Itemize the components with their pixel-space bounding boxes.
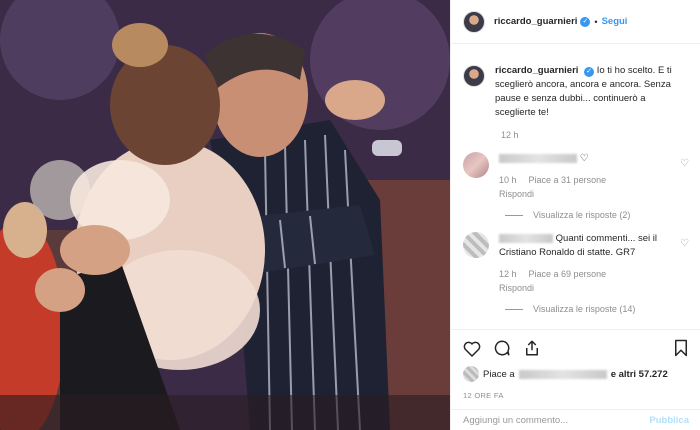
caption-username[interactable]: riccardo_guarnieri	[495, 65, 578, 76]
comment-likes[interactable]: Piace a 31 persone	[529, 173, 607, 187]
comments-section[interactable]: riccardo_guarnieri ✓ Io ti ho scelto. E …	[451, 44, 700, 329]
commenter-avatar[interactable]	[463, 232, 489, 258]
comment-item: Quanti commenti... sei il Cristiano Rona…	[463, 232, 689, 296]
comment-item: ♡ 10 h Piace a 31 persone Rispondi ♡	[463, 152, 689, 202]
reply-button[interactable]: Rispondi	[499, 283, 534, 293]
comment-time[interactable]: 10 h	[499, 173, 517, 187]
heart-icon[interactable]	[463, 340, 481, 357]
bookmark-icon[interactable]	[673, 339, 689, 357]
action-icons	[463, 338, 689, 358]
commenter-name-blurred[interactable]	[499, 233, 553, 243]
heart-icon: ♡	[579, 153, 589, 164]
caption-avatar[interactable]	[463, 65, 485, 87]
like-comment-heart-icon[interactable]: ♡	[680, 158, 689, 169]
view-replies-link[interactable]: Visualizza le risposte (2)	[505, 210, 689, 220]
like-comment-heart-icon[interactable]: ♡	[680, 238, 689, 249]
follow-button[interactable]: Segui	[602, 16, 628, 27]
comment-input[interactable]	[463, 414, 633, 426]
publish-button[interactable]: Pubblica	[649, 415, 689, 426]
post-header: riccardo_guarnieri ✓ • Segui	[451, 0, 700, 44]
liker-avatar[interactable]	[463, 366, 479, 382]
comment-time[interactable]: 12 h	[499, 267, 517, 281]
commenter-avatar[interactable]	[463, 152, 489, 178]
verified-badge-icon: ✓	[580, 16, 591, 27]
view-replies-label: Visualizza le risposte (14)	[533, 304, 636, 314]
add-comment-bar: Pubblica	[451, 409, 700, 430]
likes-prefix: Piace a	[483, 368, 515, 380]
author-avatar[interactable]	[463, 10, 485, 33]
comment-icon[interactable]	[493, 339, 511, 357]
photo-illustration	[0, 0, 450, 430]
separator-dot: •	[594, 16, 598, 27]
likes-count[interactable]: e altri 57.272	[611, 369, 668, 380]
post-panel: riccardo_guarnieri ✓ • Segui riccardo_gu…	[450, 0, 700, 430]
reply-button[interactable]: Rispondi	[499, 189, 534, 199]
comment-likes[interactable]: Piace a 69 persone	[529, 267, 607, 281]
commenter-name-blurred[interactable]	[499, 153, 577, 163]
share-icon[interactable]	[523, 339, 541, 357]
liker-name-blurred[interactable]	[518, 369, 607, 379]
post-photo[interactable]	[0, 0, 450, 430]
caption-time: 12 h	[501, 130, 519, 140]
view-replies-link[interactable]: Visualizza le risposte (14)	[505, 304, 689, 314]
post-time-ago[interactable]: 12 ORE FA	[463, 391, 689, 400]
caption-text: riccardo_guarnieri ✓ Io ti ho scelto. E …	[495, 64, 675, 120]
divider-line	[505, 308, 523, 310]
likes-summary[interactable]: Piace a e altri 57.272	[463, 366, 689, 382]
author-username[interactable]: riccardo_guarnieri	[494, 16, 577, 27]
verified-badge-icon: ✓	[584, 67, 595, 77]
post-caption: riccardo_guarnieri ✓ Io ti ho scelto. E …	[463, 64, 689, 120]
divider-line	[505, 214, 523, 216]
post-actions: Piace a e altri 57.272 12 ORE FA	[451, 329, 700, 409]
view-replies-label: Visualizza le risposte (2)	[533, 210, 631, 220]
